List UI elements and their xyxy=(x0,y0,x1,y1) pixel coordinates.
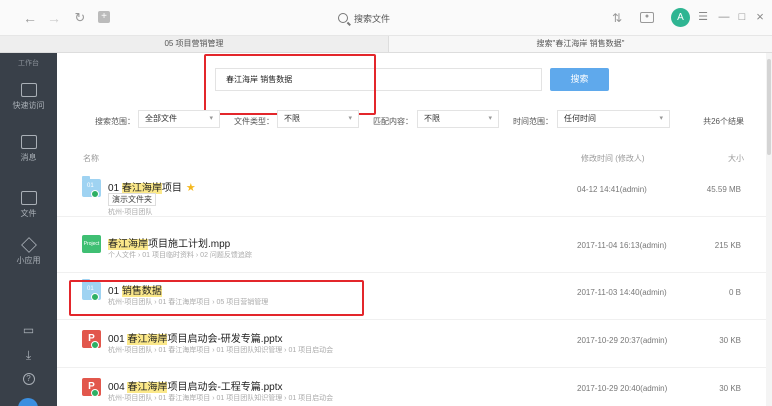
tab-search-results[interactable]: 搜索"春江海岸 销售数据" xyxy=(389,36,772,52)
sidebar-item-files[interactable]: 文件 xyxy=(0,191,57,235)
menu-icon[interactable]: ☰ xyxy=(696,10,710,24)
sidebar-item-label: 小应用 xyxy=(16,256,41,265)
item-size: 45.59 MB xyxy=(706,185,741,194)
item-title[interactable]: 001 春江海岸项目启动会-研发专篇.pptx xyxy=(108,330,282,345)
item-path[interactable]: 杭州-项目团队 › 01 春江海岸项目 › 01 项目团队知识管理 › 01 项… xyxy=(108,393,333,403)
item-modified: 2017-10-29 20:37(admin) xyxy=(577,336,668,345)
item-size: 30 KB xyxy=(719,336,741,345)
project-file-icon: Project xyxy=(82,235,101,253)
search-input[interactable]: 春江海岸 销售数据 xyxy=(215,68,542,91)
shared-badge-icon xyxy=(91,389,99,397)
item-title[interactable]: 004 春江海岸项目启动会-工程专篇.pptx xyxy=(108,378,282,393)
chevron-down-icon: ▾ xyxy=(488,115,492,122)
tab-project-marketing[interactable]: 05 项目营销管理 xyxy=(0,36,389,52)
sidebar-item-label: 快速访问 xyxy=(12,101,45,110)
back-arrow-icon[interactable]: ← xyxy=(22,10,38,26)
sidebar-header: 工作台 xyxy=(18,60,39,67)
list-item[interactable]: 01 01 销售数据 杭州-项目团队 › 01 春江海岸项目 › 05 项目营销… xyxy=(57,274,772,320)
list-item[interactable]: P 004 春江海岸项目启动会-工程专篇.pptx 杭州-项目团队 › 01 春… xyxy=(57,370,772,406)
cube-icon xyxy=(21,238,37,252)
column-header-name[interactable]: 名称 xyxy=(83,153,99,164)
match-label: 匹配内容： xyxy=(373,117,413,126)
result-count: 共26个结果 xyxy=(703,117,744,126)
search-title[interactable]: 搜索文件 xyxy=(338,11,390,25)
time-value: 任何时间 xyxy=(564,114,596,123)
item-modified: 2017-11-03 14:40(admin) xyxy=(577,288,667,297)
item-modified: 04-12 14:41(admin) xyxy=(577,185,647,194)
item-size: 215 KB xyxy=(714,241,741,250)
title-bar: ← → ↻ + 搜索文件 ⇅ ● A ☰ — □ × xyxy=(0,0,772,36)
time-select[interactable]: 任何时间 ▾ xyxy=(557,110,670,128)
help-icon[interactable]: ? xyxy=(0,373,57,385)
list-item[interactable]: 01 01 春江海岸项目 ★ 演示文件夹 杭州-项目团队 04-12 14:41(… xyxy=(57,171,772,217)
shared-badge-icon xyxy=(91,341,99,349)
sidebar-item-apps[interactable]: 小应用 xyxy=(0,238,57,282)
sort-icon[interactable]: ⇅ xyxy=(610,11,624,25)
sidebar-item-messages[interactable]: 消息 xyxy=(0,135,57,179)
item-path[interactable]: 个人文件 › 01 项目临时资料 › 02 问题反馈追踪 xyxy=(108,250,252,260)
sidebar-item-label: 消息 xyxy=(20,153,37,162)
item-path[interactable]: 杭州-项目团队 › 01 春江海岸项目 › 05 项目营销管理 xyxy=(108,297,268,307)
chevron-down-icon: ▾ xyxy=(209,115,213,122)
scrollbar[interactable] xyxy=(766,53,772,406)
item-path[interactable]: 杭州-项目团队 › 01 春江海岸项目 › 01 项目团队知识管理 › 01 项… xyxy=(108,345,333,355)
scope-select[interactable]: 全部文件 ▾ xyxy=(138,110,220,128)
shared-badge-icon xyxy=(91,190,99,198)
tab-bar: 05 项目营销管理 搜索"春江海岸 销售数据" xyxy=(0,36,772,53)
item-title[interactable]: 01 春江海岸项目 ★ xyxy=(108,179,196,194)
scope-label: 搜索范围： xyxy=(95,117,135,126)
item-tag: 演示文件夹 xyxy=(108,193,156,206)
sidebar-item-quick-access[interactable]: 快速访问 xyxy=(0,83,57,127)
main-content: 春江海岸 销售数据 搜索 搜索范围： 全部文件 ▾ 文件类型： 不限 ▾ 匹配内… xyxy=(57,53,772,406)
item-title[interactable]: 01 销售数据 xyxy=(108,282,162,297)
column-header-size[interactable]: 大小 xyxy=(728,153,744,164)
user-avatar-small[interactable] xyxy=(18,398,38,406)
minimize-icon[interactable]: — xyxy=(717,10,731,24)
refresh-icon[interactable]: ↻ xyxy=(72,10,88,26)
user-avatar[interactable]: A xyxy=(671,8,690,27)
column-header-modified[interactable]: 修改时间 (修改人) xyxy=(581,153,645,164)
match-select[interactable]: 不限 ▾ xyxy=(417,110,499,128)
search-title-label: 搜索文件 xyxy=(354,13,391,24)
forward-arrow-icon[interactable]: → xyxy=(46,10,62,26)
type-value: 不限 xyxy=(284,114,300,123)
message-icon xyxy=(20,135,37,149)
time-label: 时间范围： xyxy=(513,117,553,126)
search-icon xyxy=(338,13,348,23)
sidebar-item-label: 文件 xyxy=(20,209,37,218)
item-size: 0 B xyxy=(728,288,741,297)
match-value: 不限 xyxy=(424,114,440,123)
item-modified: 2017-10-29 20:40(admin) xyxy=(577,384,668,393)
item-modified: 2017-11-04 16:13(admin) xyxy=(577,241,667,250)
screen-icon[interactable]: ● xyxy=(640,12,654,23)
scroll-thumb[interactable] xyxy=(767,59,771,155)
type-select[interactable]: 不限 ▾ xyxy=(277,110,359,128)
presentation-icon[interactable]: ▭ xyxy=(0,323,57,337)
chevron-down-icon: ▾ xyxy=(659,115,663,122)
new-tab-icon[interactable]: + xyxy=(98,11,110,23)
item-title[interactable]: 春江海岸项目施工计划.mpp xyxy=(108,235,230,250)
type-label: 文件类型： xyxy=(234,117,274,126)
filter-bar: 搜索范围： 全部文件 ▾ 文件类型： 不限 ▾ 匹配内容： 不限 ▾ 时间范围：… xyxy=(57,110,772,130)
quick-access-icon xyxy=(20,83,37,97)
sidebar: 工作台 快速访问 消息 文件 小应用 ▭ ⤓ ? xyxy=(0,53,57,406)
files-icon xyxy=(20,191,37,205)
scope-value: 全部文件 xyxy=(145,114,177,123)
item-path[interactable]: 杭州-项目团队 xyxy=(108,207,152,217)
close-icon[interactable]: × xyxy=(753,10,767,24)
download-icon[interactable]: ⤓ xyxy=(0,348,57,363)
search-button[interactable]: 搜索 xyxy=(550,68,609,91)
chevron-down-icon: ▾ xyxy=(348,115,352,122)
star-icon[interactable]: ★ xyxy=(186,182,196,194)
list-item[interactable]: Project 春江海岸项目施工计划.mpp 个人文件 › 01 项目临时资料 … xyxy=(57,227,772,273)
shared-badge-icon xyxy=(91,293,99,301)
item-size: 30 KB xyxy=(719,384,741,393)
list-item[interactable]: P 001 春江海岸项目启动会-研发专篇.pptx 杭州-项目团队 › 01 春… xyxy=(57,322,772,368)
maximize-icon[interactable]: □ xyxy=(735,10,749,24)
